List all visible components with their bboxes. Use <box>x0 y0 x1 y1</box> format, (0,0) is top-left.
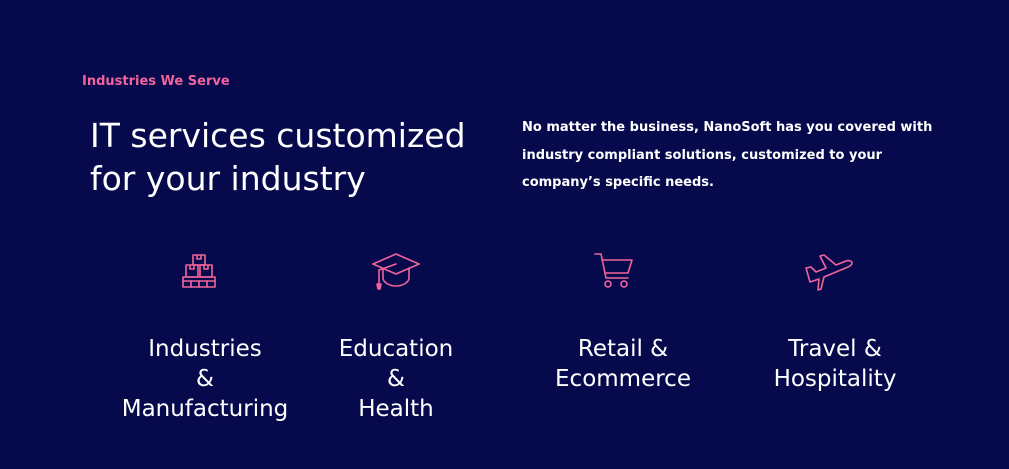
industry-label: Education & Health <box>318 334 474 424</box>
headline-line-1: IT services customized <box>90 116 466 155</box>
label-line: Health <box>358 396 434 422</box>
airplane-icon <box>802 250 854 296</box>
industry-label: Industries & Manufacturing <box>110 334 300 424</box>
industry-label: Retail & Ecommerce <box>540 334 706 394</box>
industries-section: Industries We Serve IT services customiz… <box>0 0 1009 469</box>
label-line: & <box>387 366 405 392</box>
label-line: Ecommerce <box>555 366 691 392</box>
graduation-cap-icon <box>371 250 421 296</box>
label-line: Education <box>338 336 454 362</box>
boxes-pallet-icon <box>180 250 220 294</box>
label-line: & <box>196 366 214 392</box>
label-line: Industries <box>148 336 262 362</box>
section-headline: IT services customized for your industry <box>90 114 490 200</box>
description-line-3: company’s specific needs. <box>522 175 714 190</box>
description-line-2: industry compliant solutions, customized… <box>522 147 883 163</box>
label-line: Travel & <box>788 336 882 362</box>
shopping-cart-icon <box>593 250 635 296</box>
label-line: Manufacturing <box>121 396 289 422</box>
headline-line-2: for your industry <box>90 159 366 198</box>
section-description: No matter the business, NanoSoft has you… <box>522 114 933 197</box>
label-line: Retail & <box>577 336 669 362</box>
section-eyebrow: Industries We Serve <box>82 74 230 89</box>
industry-label: Travel & Hospitality <box>750 334 920 394</box>
label-line: Hospitality <box>773 366 897 392</box>
description-line-1: No matter the business, NanoSoft has you… <box>522 120 933 135</box>
